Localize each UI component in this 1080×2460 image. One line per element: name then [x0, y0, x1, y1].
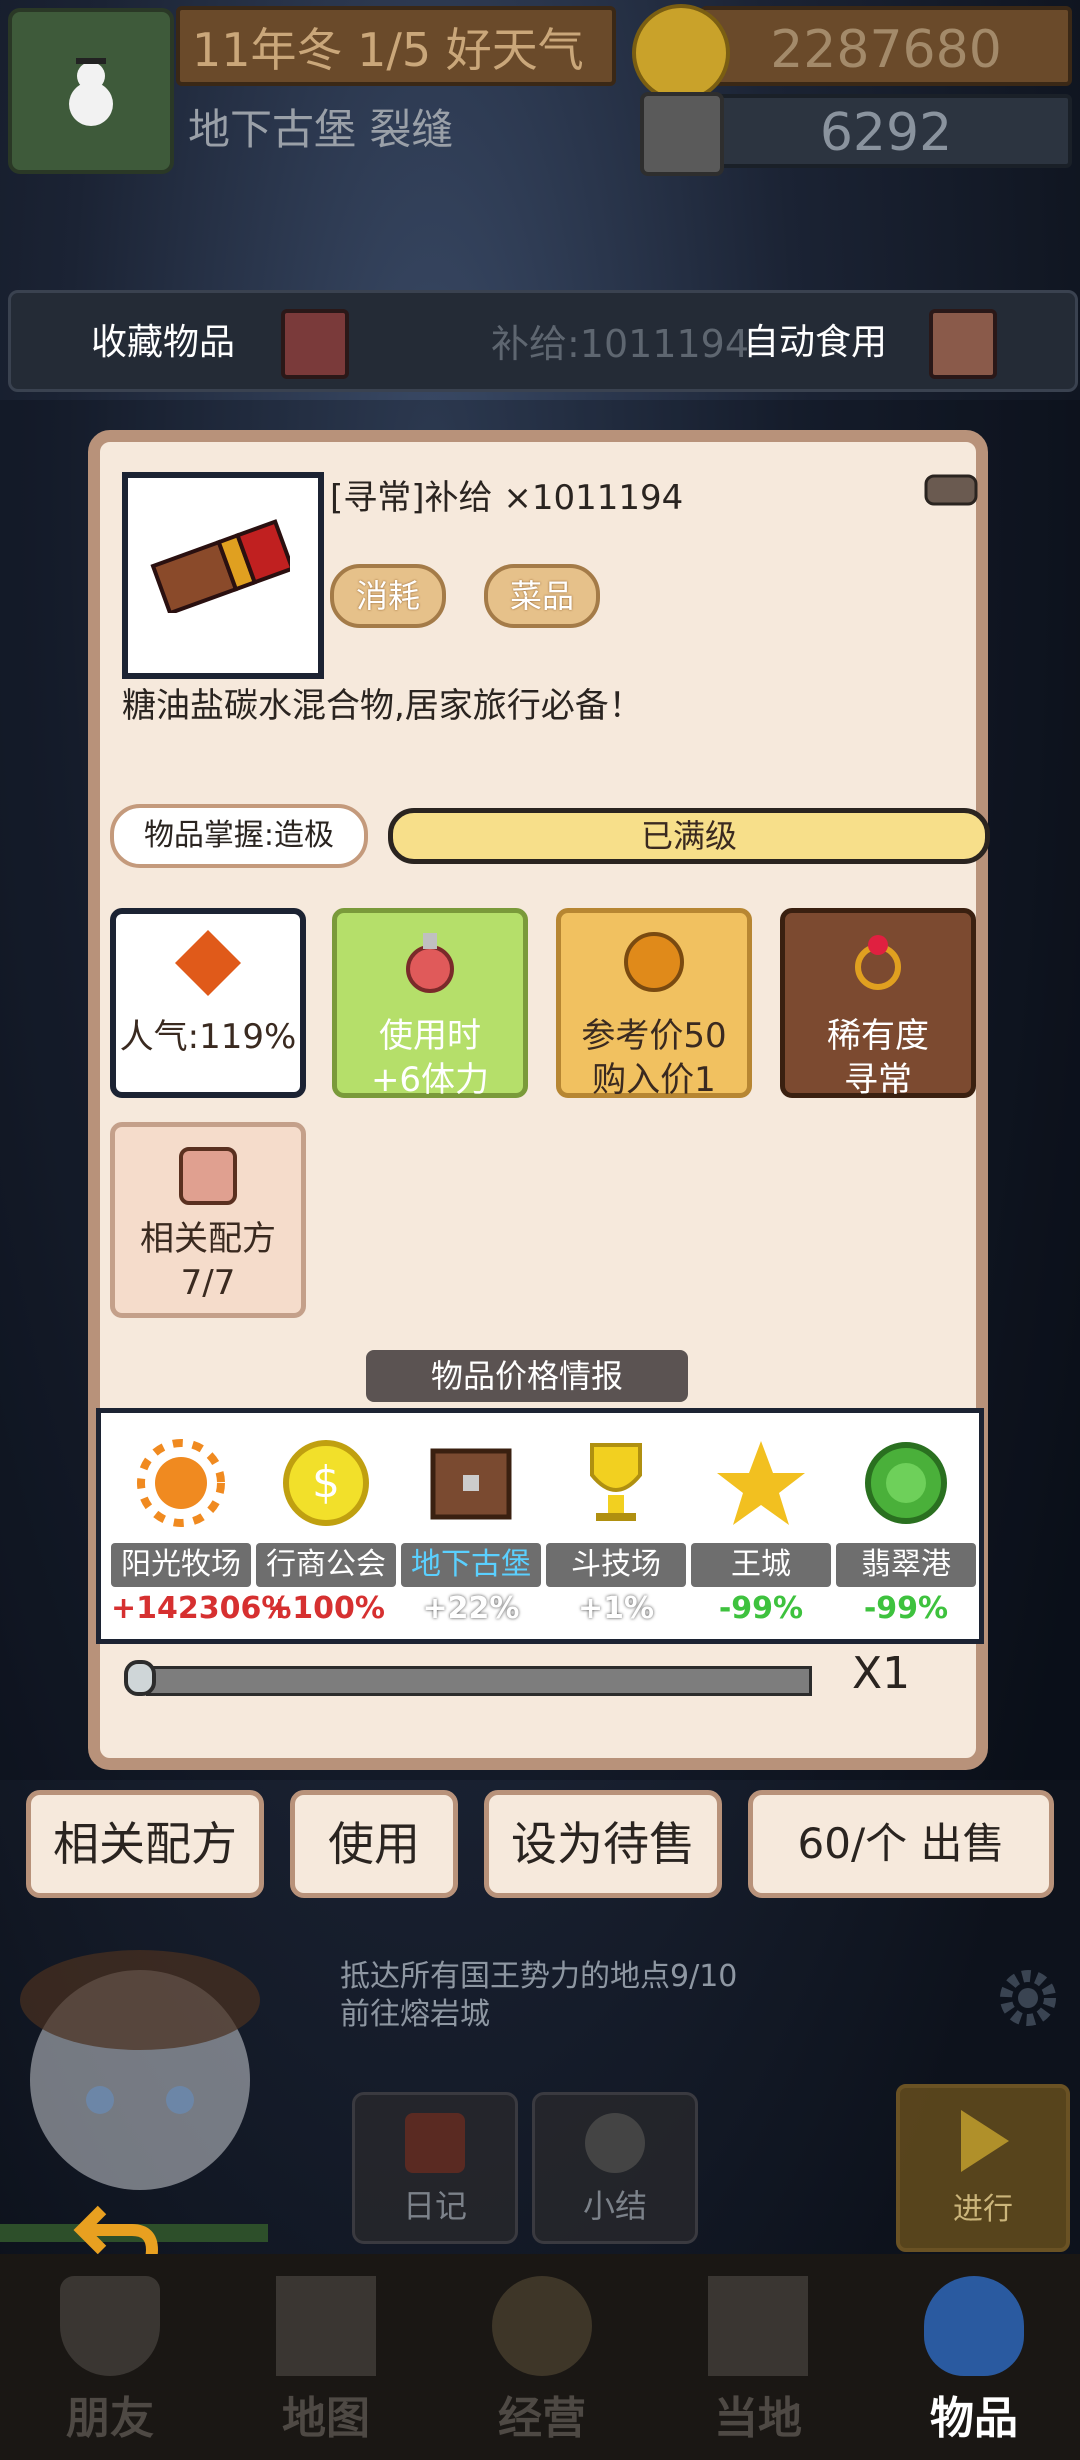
price-info-header: 物品价格情报 [366, 1350, 688, 1402]
gem-icon [640, 92, 724, 176]
snowman-icon [69, 58, 113, 126]
nav-local[interactable]: 当地 [658, 2266, 858, 2456]
player-avatar[interactable] [8, 8, 174, 174]
rarity-card[interactable]: 稀有度 寻常 [780, 908, 976, 1100]
trophy-icon [590, 1443, 642, 1521]
emerald-icon [865, 1442, 947, 1524]
related-recipe-button[interactable]: 相关配方 [26, 1790, 264, 1898]
coin-count: 2287680 [700, 6, 1072, 86]
quantity-value: X1 [852, 1648, 911, 1699]
tag-dish: 菜品 [484, 564, 601, 628]
proceed-button[interactable]: 进行 [896, 2084, 1070, 2252]
item-description: 糖油盐碳水混合物,居家旅行必备！ [122, 686, 643, 726]
item-detail-panel: [寻常]补给 ×1011194 消耗 菜品 糖油盐碳水混合物,居家旅行必备！ 物… [88, 430, 990, 1770]
related-recipe-card[interactable]: 相关配方 7/7 [110, 1122, 306, 1318]
sun-icon [137, 1439, 225, 1527]
market-price-list: 阳光牧场 +142306% $ 行商公会 +100% 地下古堡 +22% 斗技场… [96, 1408, 984, 1644]
date-weather: 11年冬 1/5 好天气 [176, 6, 616, 86]
auto-eat-label[interactable]: 自动食用 [743, 313, 887, 365]
auto-eat-toggle-icon[interactable] [929, 309, 997, 379]
top-bar: 11年冬 1/5 好天气 地下古堡 裂缝 2287680 6292 [0, 0, 1080, 176]
character-portrait [20, 1950, 260, 2190]
diary-button[interactable]: 日记 [352, 2092, 518, 2244]
nav-friends[interactable]: 朋友 [10, 2266, 210, 2456]
map-icon [276, 2276, 376, 2376]
supply-count-text: 补给:1011194 [491, 322, 750, 366]
potion-icon [406, 933, 454, 993]
tag-consumable: 消耗 [330, 564, 447, 628]
chest-icon [430, 1448, 512, 1520]
shield-icon [60, 2276, 160, 2376]
ring-icon [855, 935, 901, 990]
price-card[interactable]: 参考价50 购入价1 [556, 908, 752, 1100]
collect-items-label[interactable]: 收藏物品 [91, 313, 235, 365]
market-merchant-guild[interactable]: $ 行商公会 +100% [256, 1435, 396, 1626]
set-for-sale-button[interactable]: 设为待售 [484, 1790, 722, 1898]
collect-toggle-icon[interactable] [281, 309, 349, 379]
summary-icon [585, 2113, 645, 2173]
nav-business[interactable]: 经营 [442, 2266, 642, 2456]
slider-knob[interactable] [124, 1660, 156, 1696]
market-royal-city[interactable]: 王城 -99% [691, 1435, 831, 1626]
nav-map[interactable]: 地图 [226, 2266, 426, 2456]
market-underground-castle[interactable]: 地下古堡 +22% [401, 1435, 541, 1626]
market-emerald-port[interactable]: 翡翠港 -99% [836, 1435, 976, 1626]
use-effect-card[interactable]: 使用时 +6体力 [332, 908, 528, 1100]
sell-button[interactable]: 60/个 出售 [748, 1790, 1054, 1898]
coin-icon: $ [283, 1440, 369, 1526]
svg-text:$: $ [312, 1457, 340, 1508]
quest-hint: 抵达所有国王势力的地点9/10 前往熔岩城 [340, 1959, 738, 2032]
coin-icon [624, 932, 684, 992]
bag-icon [924, 2276, 1024, 2376]
supply-item-icon [150, 519, 290, 613]
market-arena[interactable]: 斗技场 +1% [546, 1435, 686, 1626]
current-location: 地下古堡 裂缝 [188, 105, 454, 154]
item-image-frame [122, 472, 324, 679]
star-icon [717, 1441, 805, 1525]
item-title: [寻常]补给 ×1011194 [330, 478, 684, 518]
summary-button[interactable]: 小结 [532, 2092, 698, 2244]
mastery-label: 物品掌握:造极 [110, 804, 368, 868]
inventory-filter-row: 收藏物品 补给:1011194 自动食用 [8, 290, 1078, 392]
play-icon [961, 2110, 1009, 2172]
popularity-icon [175, 930, 241, 996]
popularity-card[interactable]: 人气:119% [110, 908, 306, 1098]
action-bar: 相关配方 使用 设为待售 60/个 出售 [0, 1790, 1080, 1910]
gem-count: 6292 [700, 94, 1072, 168]
market-sunshine-ranch[interactable]: 阳光牧场 +142306% [111, 1435, 291, 1626]
mastery-progress-bar: 已满级 [388, 808, 990, 864]
coin-stack-icon [492, 2276, 592, 2376]
bottom-navbar: 朋友 地图 经营 当地 物品 [0, 2254, 1080, 2460]
use-button[interactable]: 使用 [290, 1790, 458, 1898]
slider-track [146, 1666, 812, 1696]
coin-icon [632, 4, 730, 102]
nav-items[interactable]: 物品 [874, 2266, 1074, 2456]
quantity-slider[interactable] [124, 1660, 824, 1696]
chest-icon [708, 2276, 808, 2376]
bread-icon [924, 474, 978, 506]
gear-icon[interactable] [990, 1960, 1066, 2036]
recipe-book-icon [179, 1147, 237, 1205]
diary-icon [405, 2113, 465, 2173]
